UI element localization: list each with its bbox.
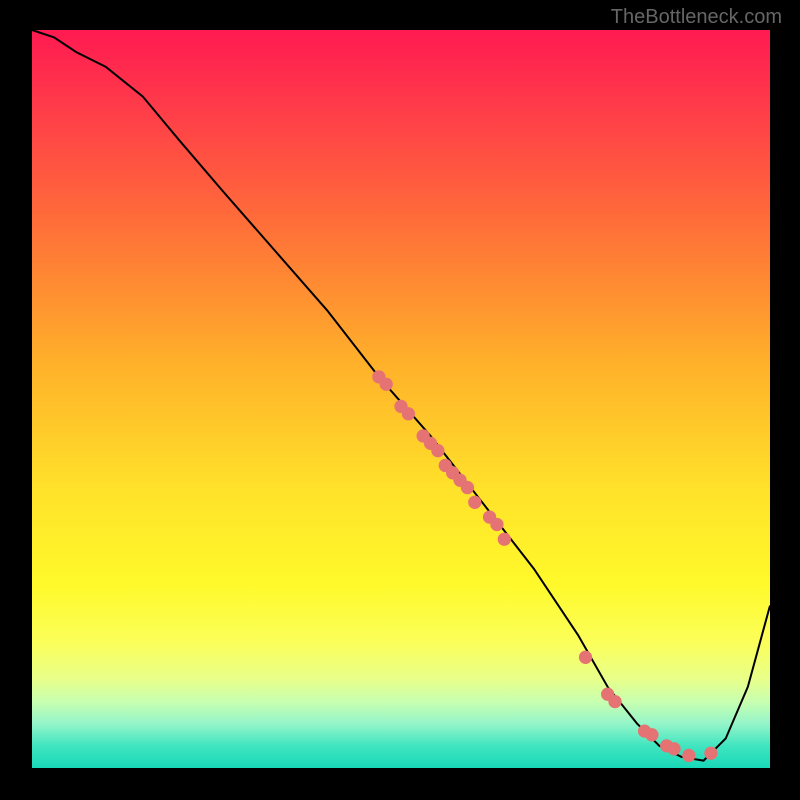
scatter-point: [645, 728, 658, 741]
scatter-point: [608, 695, 621, 708]
scatter-point: [667, 742, 680, 755]
scatter-point: [468, 496, 481, 509]
scatter-point: [490, 518, 503, 531]
scatter-point: [402, 407, 415, 420]
scatter-point: [380, 378, 393, 391]
chart-svg: [32, 30, 770, 768]
scatter-point: [498, 533, 511, 546]
bottleneck-curve: [32, 30, 770, 761]
watermark-text: TheBottleneck.com: [611, 6, 782, 29]
scatter-point: [682, 749, 695, 762]
scatter-point: [461, 481, 474, 494]
scatter-point: [704, 747, 717, 760]
scatter-point: [579, 651, 592, 664]
chart-container: TheBottleneck.com: [0, 0, 800, 800]
scatter-point: [431, 444, 444, 457]
